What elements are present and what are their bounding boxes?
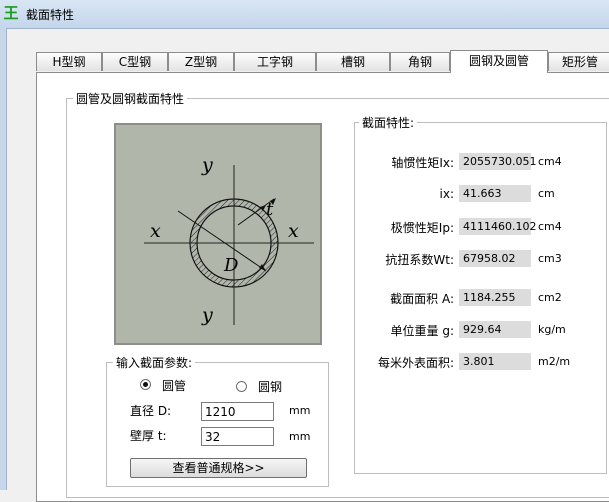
prop-wt-value: 67958.02 (459, 250, 531, 267)
thickness-label: 壁厚 t: (130, 429, 167, 443)
tab-bar: H型钢 C型钢 Z型钢 工字钢 槽钢 角钢 圆钢及圆管 矩形管 (36, 50, 609, 73)
radio-round-pipe[interactable] (140, 379, 151, 390)
tab-z-steel[interactable]: Z型钢 (168, 52, 234, 71)
label-y-bottom: y (201, 304, 213, 326)
prop-area-label: 截面面积 A: (390, 292, 454, 306)
properties-title: 截面特性: (359, 114, 418, 131)
prop-surface-value: 3.801 (459, 353, 531, 370)
tab-channel[interactable]: 槽钢 (316, 52, 390, 71)
radio-round-steel-label[interactable]: 圆钢 (258, 378, 282, 395)
prop-area-unit: cm2 (538, 291, 562, 304)
tab-i-beam[interactable]: 工字钢 (234, 52, 316, 71)
prop-radius-unit: cm (538, 187, 555, 200)
prop-surface-label: 每米外表面积: (377, 356, 454, 370)
window-title: 截面特性 (26, 8, 75, 22)
app-logo-icon: 王 (3, 4, 19, 22)
tab-rect-tube[interactable]: 矩形管 (548, 52, 609, 71)
diameter-label: 直径 D: (130, 404, 172, 418)
label-y-top: y (201, 154, 213, 176)
tab-angle[interactable]: 角钢 (390, 52, 450, 71)
thickness-input[interactable] (201, 427, 274, 446)
prop-weight-label: 单位重量 g: (390, 324, 454, 338)
prop-ip-unit: cm4 (538, 220, 562, 233)
view-standard-specs-button[interactable]: 查看普通规格>> (130, 458, 307, 478)
prop-radius-label: ix: (439, 187, 454, 201)
prop-ix-value: 2055730.051 (459, 153, 536, 170)
prop-surface-unit: m2/m (538, 355, 571, 368)
prop-ip-value: 4111460.102 (459, 218, 536, 235)
radio-round-pipe-label[interactable]: 圆管 (162, 377, 186, 394)
prop-area-value: 1184.255 (459, 289, 531, 306)
label-x-right: x (288, 220, 299, 242)
label-thickness-t: t (266, 199, 274, 220)
prop-wt-unit: cm3 (538, 252, 562, 265)
input-group-title: 输入截面参数: (113, 354, 196, 371)
prop-ip-label: 极惯性矩Ip: (390, 221, 454, 235)
prop-ix-label: 轴惯性矩Ix: (391, 156, 454, 170)
thickness-unit: mm (289, 430, 311, 443)
prop-weight-value: 929.64 (459, 321, 531, 338)
label-diameter-d: D (223, 255, 239, 276)
window-left-border (0, 28, 7, 490)
radio-round-steel[interactable] (236, 381, 247, 392)
cross-section-diagram: y y x x t D (114, 123, 322, 345)
pipe-section-drawing: y y x x t D (144, 154, 314, 326)
prop-weight-unit: kg/m (538, 323, 566, 336)
diameter-unit: mm (289, 404, 311, 417)
prop-radius-value: 41.663 (459, 185, 531, 202)
tab-round-steel-pipe[interactable]: 圆钢及圆管 (450, 50, 548, 73)
group-title: 圆管及圆钢截面特性 (73, 90, 188, 107)
tab-h-steel[interactable]: H型钢 (36, 52, 102, 71)
label-x-left: x (150, 220, 161, 242)
diameter-input[interactable] (201, 402, 274, 421)
tab-c-steel[interactable]: C型钢 (102, 52, 168, 71)
prop-ix-unit: cm4 (538, 155, 562, 168)
title-bar: 王 截面特性 (0, 0, 609, 29)
prop-wt-label: 抗扭系数Wt: (385, 253, 454, 267)
